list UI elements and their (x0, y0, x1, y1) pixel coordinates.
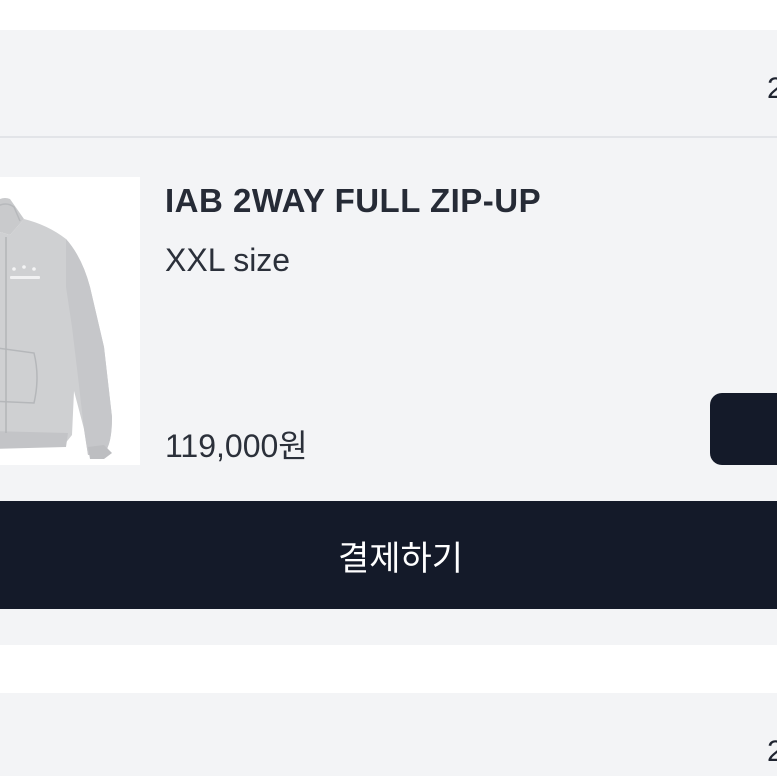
hoodie-icon (0, 198, 112, 459)
order-card: 2 IAB 2WAY FULL ZIP-UP XXL size 119,000원… (0, 30, 777, 645)
product-name[interactable]: IAB 2WAY FULL ZIP-UP (165, 182, 541, 220)
order-card-header-text: 2 (767, 72, 777, 105)
next-order-card: 2 (0, 693, 777, 776)
product-option: XXL size (165, 242, 291, 278)
remove-button[interactable] (710, 393, 777, 465)
product-image[interactable] (0, 177, 140, 465)
checkout-button[interactable]: 결제하기 (0, 501, 777, 609)
next-order-card-header-text: 2 (767, 735, 777, 768)
order-card-header: 2 (0, 30, 777, 138)
cart-page: 2 IAB 2WAY FULL ZIP-UP XXL size 119,000원… (0, 0, 777, 776)
product-price: 119,000원 (165, 428, 308, 464)
